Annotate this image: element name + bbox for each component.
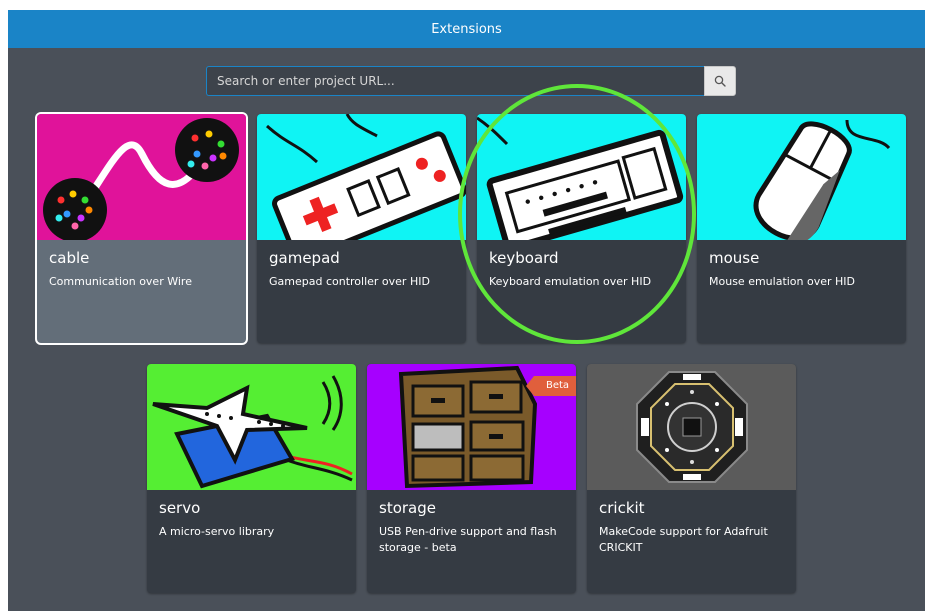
extension-description: Mouse emulation over HID (709, 275, 856, 288)
extensions-dialog: Extensions Search or enter project URL..… (8, 10, 925, 611)
gamepad-image (257, 114, 466, 240)
dialog-title: Extensions (431, 21, 502, 37)
extension-description: Gamepad controller over HID (269, 275, 430, 288)
extension-description: A micro-servo library (159, 525, 275, 538)
extension-card-gamepad[interactable]: gamepad Gamepad controller over HID (257, 114, 466, 343)
extension-card-cable[interactable]: cable Communication over Wire (37, 114, 246, 343)
search-input[interactable] (206, 66, 704, 96)
extension-title: storage (379, 499, 436, 517)
beta-badge: Beta (525, 376, 576, 396)
extension-title: gamepad (269, 249, 340, 267)
extension-card-storage[interactable]: Beta storage USB Pen-drive support and f… (367, 364, 576, 593)
extension-card-keyboard[interactable]: keyboard Keyboard emulation over HID (477, 114, 686, 343)
extension-description: USB Pen-drive support and flash storage … (379, 525, 557, 554)
extension-title: cable (49, 249, 90, 267)
extension-card-servo[interactable]: servo A micro-servo library (147, 364, 356, 593)
search-bar (206, 66, 736, 96)
extension-title: keyboard (489, 249, 559, 267)
extension-description: Communication over Wire (49, 275, 192, 288)
keyboard-image (477, 114, 686, 240)
extension-card-mouse[interactable]: mouse Mouse emulation over HID (697, 114, 906, 343)
cable-image (37, 114, 246, 240)
search-icon (714, 75, 726, 87)
mouse-image (697, 114, 906, 240)
crickit-image (587, 364, 796, 490)
extension-card-crickit[interactable]: crickit MakeCode support for Adafruit CR… (587, 364, 796, 593)
search-button[interactable] (704, 66, 736, 96)
extension-title: servo (159, 499, 201, 517)
extension-description: MakeCode support for Adafruit CRICKIT (599, 525, 768, 554)
extension-description: Keyboard emulation over HID (489, 275, 652, 288)
servo-image (147, 364, 356, 490)
extension-title: crickit (599, 499, 645, 517)
dialog-header: Extensions (8, 10, 925, 48)
extension-title: mouse (709, 249, 760, 267)
